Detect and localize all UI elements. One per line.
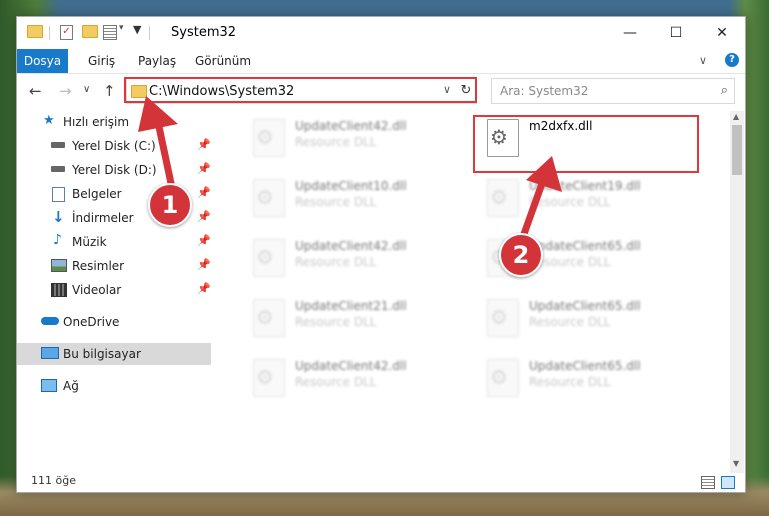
arrow-1-head <box>138 96 178 132</box>
arrow-2-shaft <box>520 176 548 236</box>
annotation-arrows <box>138 96 562 236</box>
step-2-badge: 2 <box>499 233 543 277</box>
arrow-1-shaft <box>154 121 176 189</box>
step-1-badge: 1 <box>148 183 192 227</box>
